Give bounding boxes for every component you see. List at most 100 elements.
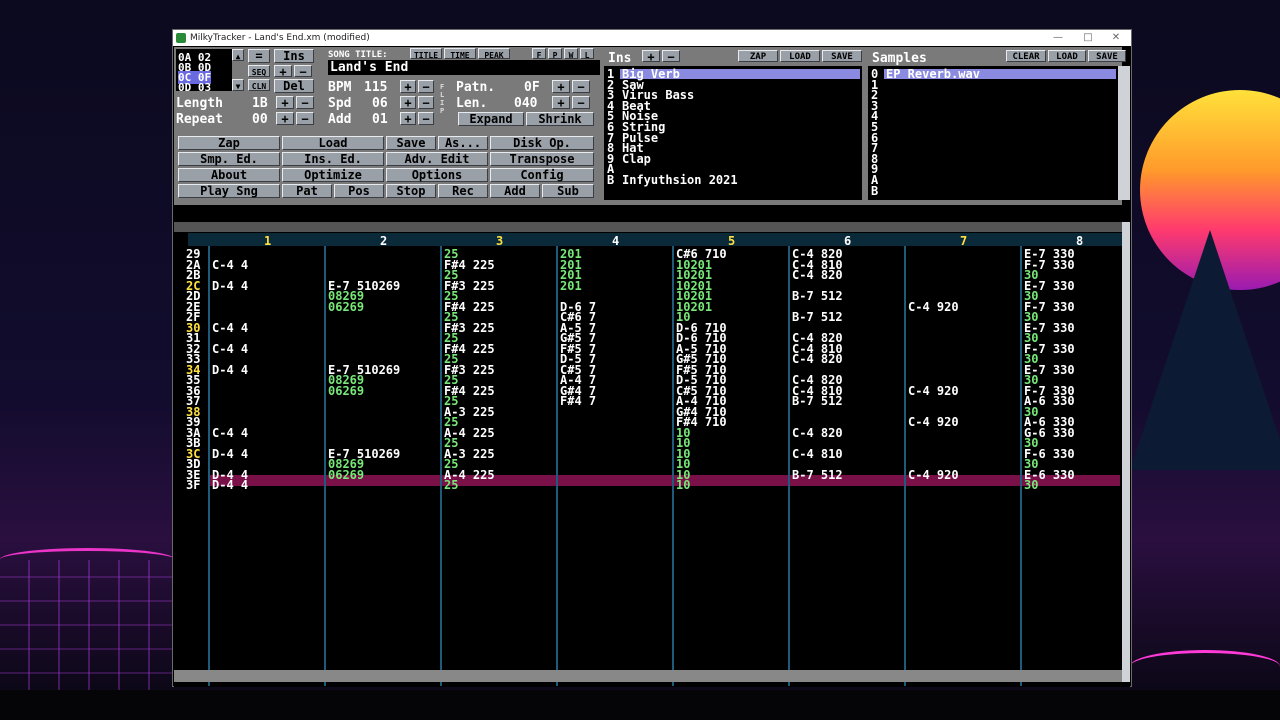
close-button[interactable]: ✕ — [1101, 30, 1131, 46]
tab-title[interactable]: TITLE — [410, 48, 442, 60]
channel-header-5[interactable]: 5 — [728, 234, 735, 248]
disk-op-button[interactable]: Disk Op. — [490, 136, 594, 150]
pattern-cell[interactable]: 25 — [444, 479, 458, 490]
about-button[interactable]: About — [178, 168, 280, 182]
pattern-cell[interactable]: C-4 820 — [792, 427, 843, 438]
pattern-cell[interactable]: 10 — [676, 479, 690, 490]
zap-button[interactable]: Zap — [178, 136, 280, 150]
pattern-cell[interactable]: C-4 4 — [212, 427, 248, 438]
pattern-vscroll[interactable] — [1122, 222, 1130, 682]
pattern-cell[interactable]: C-4 4 — [212, 259, 248, 270]
channel-header-7[interactable]: 7 — [960, 234, 967, 248]
order-up-icon[interactable]: ▲ — [232, 49, 244, 61]
ins-zap-button[interactable]: ZAP — [738, 50, 778, 62]
pattern-cell[interactable]: C-4 4 — [212, 343, 248, 354]
instrument-name[interactable]: Infyuthsion 2021 — [622, 174, 738, 186]
smp-clear-button[interactable]: CLEAR — [1006, 50, 1046, 62]
channel-header-1[interactable]: 1 — [264, 234, 271, 248]
pattern-cell[interactable]: D-4 4 — [212, 479, 248, 490]
live-button[interactable]: L — [580, 48, 594, 60]
sub-button[interactable]: Sub — [542, 184, 594, 198]
prospective-button[interactable]: P — [548, 48, 562, 60]
ins-plus-button[interactable]: + — [642, 50, 660, 64]
tab-time[interactable]: TIME — [444, 48, 476, 60]
pattern-cell[interactable]: C-4 920 — [908, 416, 959, 427]
pattern-cell[interactable]: C-4 810 — [792, 448, 843, 459]
patn-minus-button[interactable]: − — [572, 80, 590, 94]
cln-button[interactable]: CLN — [248, 79, 270, 91]
tab-peak[interactable]: PEAK — [478, 48, 510, 60]
save-as-button[interactable]: As... — [438, 136, 488, 150]
play-pattern-button[interactable]: Pat — [282, 184, 332, 198]
add-button[interactable]: Add — [490, 184, 540, 198]
record-button[interactable]: Rec — [438, 184, 488, 198]
pattern-cell[interactable]: 06269 — [328, 469, 364, 480]
order-minus-button[interactable]: − — [294, 65, 312, 79]
options-button[interactable]: Options — [386, 168, 488, 182]
pattern-editor[interactable]: 12345678 29 25 201 C#6 710 C-4 820 E-7 330 2A C… — [174, 222, 1130, 686]
pattern-cell[interactable]: C-4 4 — [212, 322, 248, 333]
smp-save-button[interactable]: SAVE — [1088, 50, 1126, 62]
pattern-cell[interactable]: B-7 512 — [792, 311, 843, 322]
instrument-editor-button[interactable]: Ins. Ed. — [282, 152, 384, 166]
repeat-minus-button[interactable]: − — [296, 112, 314, 126]
pattern-cell[interactable]: D-4 4 — [212, 448, 248, 459]
transpose-button[interactable]: Transpose — [490, 152, 594, 166]
channel-header-8[interactable]: 8 — [1076, 234, 1083, 248]
len-plus-button[interactable]: + — [552, 96, 570, 110]
smp-load-button[interactable]: LOAD — [1048, 50, 1086, 62]
pattern-cell[interactable]: B-7 512 — [792, 469, 843, 480]
config-button[interactable]: Config — [490, 168, 594, 182]
pattern-cell[interactable]: D-4 4 — [212, 364, 248, 375]
order-entry[interactable]: 0D 03 — [178, 81, 211, 94]
pattern-cell[interactable]: B-7 512 — [792, 395, 843, 406]
sample-name[interactable]: EP Reverb.wav — [886, 68, 980, 80]
len-minus-button[interactable]: − — [572, 96, 590, 110]
length-plus-button[interactable]: + — [276, 96, 294, 110]
pattern-cell[interactable]: 06269 — [328, 301, 364, 312]
pattern-cell[interactable]: F#4 7 — [560, 395, 596, 406]
pattern-cell[interactable]: 30 — [1024, 479, 1038, 490]
save-button[interactable]: Save — [386, 136, 436, 150]
pattern-cell[interactable]: C-4 820 — [792, 353, 843, 364]
order-plus-button[interactable]: + — [274, 65, 292, 79]
repeat-plus-button[interactable]: + — [276, 112, 294, 126]
play-position-button[interactable]: Pos — [334, 184, 384, 198]
length-minus-button[interactable]: − — [296, 96, 314, 110]
order-delete-button[interactable]: Del — [274, 79, 314, 93]
ins-minus-button[interactable]: − — [662, 50, 680, 64]
pattern-cell[interactable]: C-4 920 — [908, 385, 959, 396]
pattern-hscroll-top[interactable] — [174, 222, 1122, 232]
patn-plus-button[interactable]: + — [552, 80, 570, 94]
ins-save-button[interactable]: SAVE — [822, 50, 862, 62]
pattern-cell[interactable]: C-4 920 — [908, 301, 959, 312]
bpm-minus-button[interactable]: − — [418, 80, 434, 94]
pattern-hscroll-bottom[interactable] — [174, 670, 1122, 682]
bpm-plus-button[interactable]: + — [400, 80, 416, 94]
order-down-icon[interactable]: ▼ — [232, 79, 244, 91]
add-minus-button[interactable]: − — [418, 112, 434, 126]
pattern-cell[interactable]: C-4 820 — [792, 269, 843, 280]
pattern-cell[interactable]: C-4 920 — [908, 469, 959, 480]
order-insert-button[interactable]: Ins — [274, 49, 314, 63]
follow-button[interactable]: F — [532, 48, 546, 60]
seq-button[interactable]: SEQ — [248, 65, 270, 77]
add-plus-button[interactable]: + — [400, 112, 416, 126]
pattern-cell[interactable]: B-7 512 — [792, 290, 843, 301]
sample-list[interactable] — [868, 66, 1118, 200]
ins-load-button[interactable]: LOAD — [780, 50, 820, 62]
spd-minus-button[interactable]: − — [418, 96, 434, 110]
sample-editor-button[interactable]: Smp. Ed. — [178, 152, 280, 166]
expand-button[interactable]: Expand — [458, 112, 524, 126]
channel-header-2[interactable]: 2 — [380, 234, 387, 248]
channel-header-4[interactable]: 4 — [612, 234, 619, 248]
minimize-button[interactable]: — — [1043, 30, 1073, 46]
optimize-button[interactable]: Optimize — [282, 168, 384, 182]
wrap-button[interactable]: W — [564, 48, 578, 60]
pattern-cell[interactable]: 06269 — [328, 385, 364, 396]
instrument-name[interactable]: Clap — [622, 153, 651, 165]
pattern-cell[interactable]: 201 — [560, 280, 582, 291]
eq-button[interactable]: = — [248, 49, 270, 63]
advanced-edit-button[interactable]: Adv. Edit — [386, 152, 488, 166]
pattern-cell[interactable]: D-4 4 — [212, 280, 248, 291]
